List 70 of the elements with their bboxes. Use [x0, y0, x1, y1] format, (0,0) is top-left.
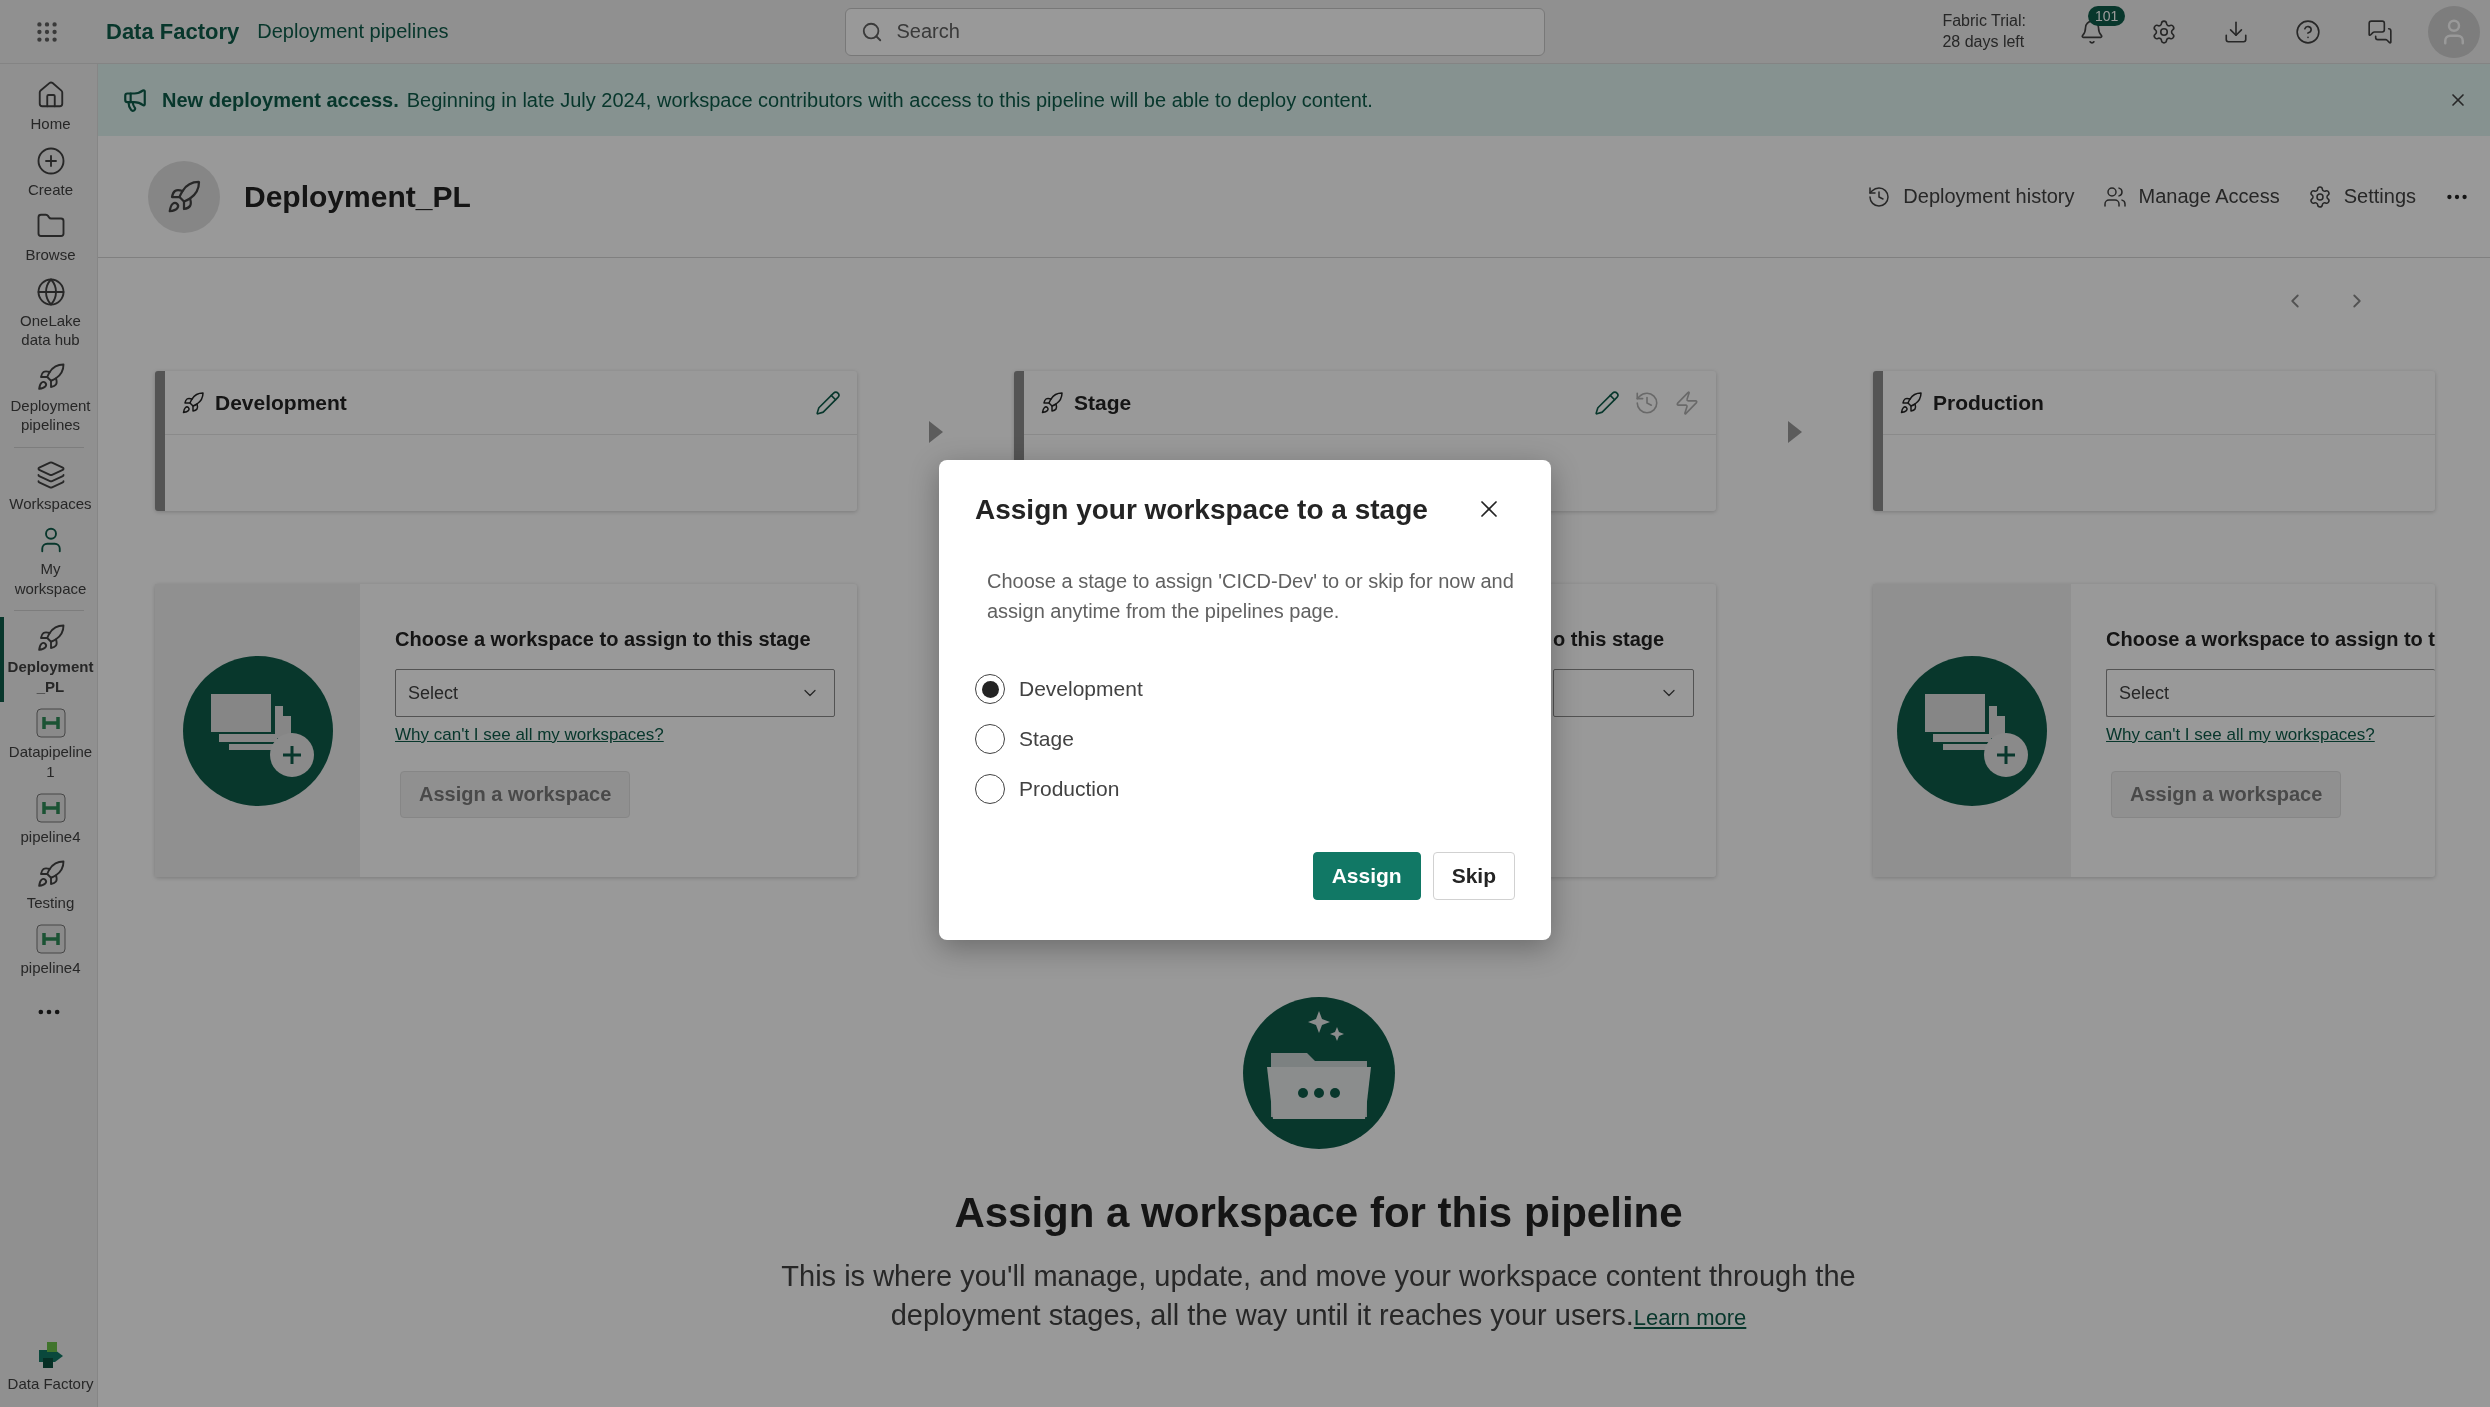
megaphone-icon: [122, 87, 148, 113]
sidebar-item[interactable]: pipeline4: [0, 918, 98, 984]
pipeline-title: Deployment_PL: [244, 179, 471, 214]
trial-label: Fabric Trial:: [1942, 10, 2026, 31]
help-link[interactable]: Why can't I see all my workspaces?: [2106, 725, 2375, 745]
trial-days: 28 days left: [1942, 31, 2026, 53]
sidebar-item[interactable]: Data Factory: [0, 1333, 98, 1399]
workspaces-icon: [35, 459, 66, 490]
pipeline-icon: [35, 924, 66, 954]
sidebar-item[interactable]: Workspaces: [0, 453, 98, 519]
rocket-icon: [35, 623, 66, 653]
assign-button[interactable]: Assign: [1312, 852, 1421, 900]
learn-more-link[interactable]: Learn more: [1633, 1305, 1747, 1331]
notification-count: 101: [2088, 5, 2126, 26]
workspace-select[interactable]: [1553, 669, 1694, 717]
history-icon: [1867, 184, 1892, 209]
globe-icon: [35, 276, 66, 307]
dialog-description: Choose a stage to assign 'CICD-Dev' to or skip for now and assign anytime from the pipelines page.: [987, 569, 1515, 624]
banner-text: New deployment access. Beginning in late July 2024, workspace contributors with access to this pipeline will be able to deploy content.: [162, 88, 1373, 112]
sidebar-item[interactable]: Deployment _PL: [0, 617, 98, 702]
assign-heading: Choose a workspace to assign to t: [2106, 628, 2435, 651]
sidebar-item[interactable]: Testing: [0, 852, 98, 918]
edit-button[interactable]: [815, 389, 841, 416]
stage-name: Development: [215, 390, 347, 415]
sidebar-item[interactable]: Deployment pipelines: [0, 355, 98, 441]
rocket-icon: [1040, 390, 1064, 415]
empty-state-text: This is where you'll manage, update, and move your workspace content through the deployment stages, all the way until it reaches your users.Learn more: [780, 1259, 1857, 1334]
header-action[interactable]: Deployment history: [1867, 184, 2075, 209]
stage-name: Stage: [1074, 390, 1132, 415]
assign-heading: Choose a workspace to assign to this stage: [395, 628, 812, 651]
header-action[interactable]: Settings: [2307, 184, 2416, 209]
sidebar-item[interactable]: Browse: [0, 205, 98, 271]
rocket-icon: [1899, 390, 1923, 415]
sidebar-item[interactable]: Datapipeline 1: [0, 702, 98, 787]
stage-radio[interactable]: Stage: [975, 724, 1515, 754]
sidebar-item[interactable]: pipeline4: [0, 787, 98, 853]
assign-heading: o this stage: [1553, 628, 1666, 651]
rocket-icon: [35, 858, 66, 889]
help-link[interactable]: Why can't I see all my workspaces?: [395, 725, 664, 745]
app-name: Data Factory: [106, 18, 240, 45]
stage-radio[interactable]: Development: [975, 674, 1515, 704]
arrow-icon: [928, 421, 943, 443]
rocket-icon: [181, 390, 205, 415]
edit-button[interactable]: [1594, 389, 1620, 416]
section-title[interactable]: Deployment pipelines: [257, 20, 449, 43]
stage-radio[interactable]: Production: [975, 774, 1515, 804]
pipeline-icon: [35, 708, 66, 738]
sidebar-item[interactable]: Create: [0, 139, 98, 205]
arrow-icon: [1787, 421, 1802, 443]
dialog-title: Assign your workspace to a stage: [975, 494, 1428, 526]
sidebar-item[interactable]: Home: [0, 74, 98, 140]
workspace-add-icon: [1897, 655, 2047, 806]
rocket-icon: [35, 361, 66, 392]
workspace-select[interactable]: Select: [2106, 669, 2435, 717]
people-icon: [2102, 184, 2127, 209]
pipeline-icon: [35, 793, 66, 823]
search-field[interactable]: Search: [845, 7, 1546, 56]
header-action[interactable]: Manage Access: [2102, 184, 2280, 209]
settings-icon: [2307, 184, 2332, 209]
skip-button[interactable]: Skip: [1432, 852, 1515, 900]
empty-state-title: Assign a workspace for this pipeline: [954, 1189, 1683, 1237]
stage-name: Production: [1933, 390, 2044, 415]
help-icon: [2295, 18, 2321, 45]
workspace-select[interactable]: Select: [395, 669, 835, 717]
sidebar-item[interactable]: OneLake data hub: [0, 270, 98, 356]
chat-icon: [2367, 18, 2393, 45]
sidebar-item[interactable]: My workspace: [0, 519, 98, 604]
create-icon: [35, 145, 66, 176]
workspace-add-icon: [182, 655, 333, 806]
settings-icon: [2151, 18, 2177, 45]
